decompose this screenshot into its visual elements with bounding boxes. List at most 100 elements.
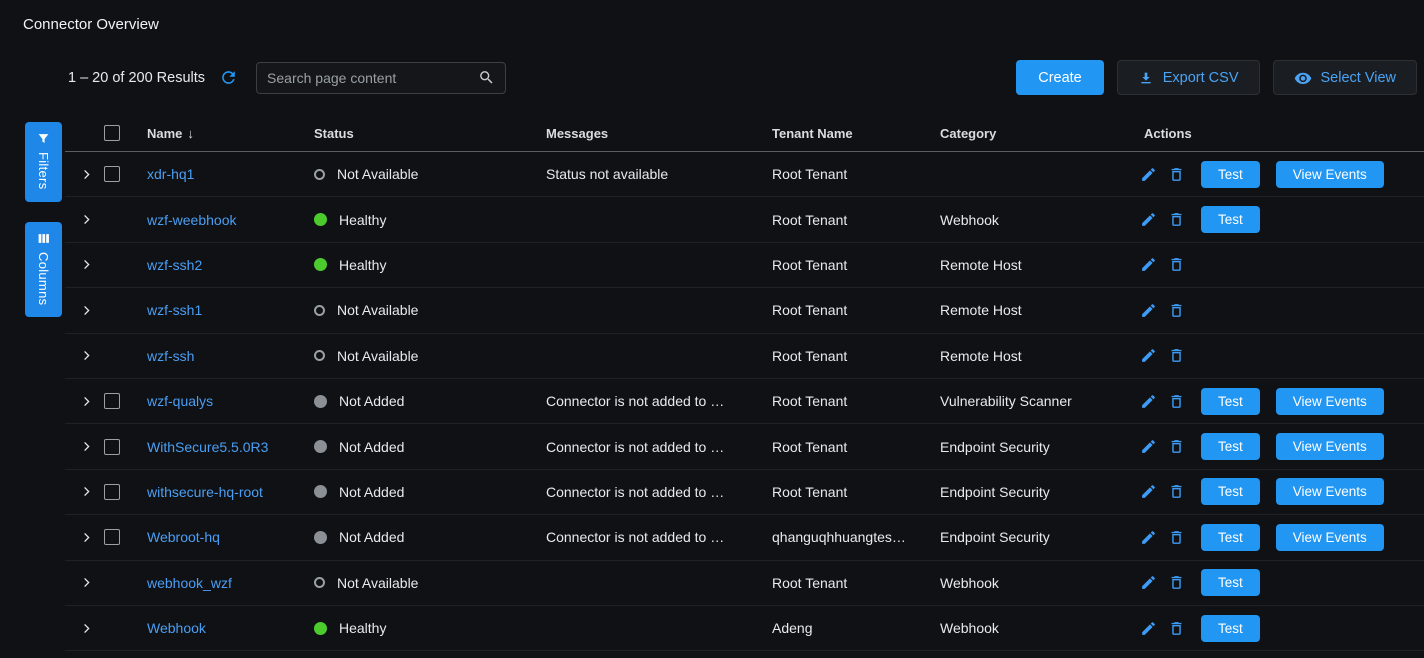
checkbox-cell [93,529,131,545]
status-cell: Not Available [298,575,530,591]
checkbox-cell [93,620,131,636]
chevron-right-icon [80,485,93,498]
test-button[interactable]: Test [1201,206,1260,233]
chevron-right-icon [80,622,93,635]
search-box [256,62,506,94]
delete-button[interactable] [1168,347,1185,364]
view-events-button[interactable]: View Events [1276,433,1384,460]
trash-icon [1168,347,1185,364]
expand-row-button[interactable] [80,349,93,362]
test-button[interactable]: Test [1201,615,1260,642]
delete-button[interactable] [1168,211,1185,228]
connector-name-link[interactable]: wzf-qualys [147,393,213,409]
tenant-cell: Root Tenant [756,348,924,364]
row-checkbox[interactable] [104,166,120,182]
connector-name-link[interactable]: Webroot-hq [147,529,220,545]
edit-button[interactable] [1140,256,1157,273]
status-icon [314,622,327,635]
connector-name-link[interactable]: xdr-hq1 [147,166,194,182]
connectors-table: Name↓ Status Messages Tenant Name Catego… [65,115,1424,651]
test-button[interactable]: Test [1201,569,1260,596]
select-view-button[interactable]: Select View [1273,60,1418,95]
row-checkbox[interactable] [104,529,120,545]
delete-button[interactable] [1168,574,1185,591]
connector-name-link[interactable]: Webhook [147,620,206,636]
sort-descending-icon[interactable]: ↓ [187,126,194,141]
expand-row-button[interactable] [80,531,93,544]
trash-icon [1168,302,1185,319]
delete-button[interactable] [1168,529,1185,546]
edit-button[interactable] [1140,166,1157,183]
test-button[interactable]: Test [1201,433,1260,460]
columns-icon [37,232,50,245]
connector-name-link[interactable]: wzf-ssh2 [147,257,202,273]
expand-row-button[interactable] [80,622,93,635]
edit-button[interactable] [1140,393,1157,410]
edit-button[interactable] [1140,302,1157,319]
header-name[interactable]: Name↓ [131,126,298,141]
status-cell: Healthy [298,620,530,636]
status-label: Not Added [339,529,404,545]
category-cell: Endpoint Security [924,439,1124,455]
tenant-cell: Root Tenant [756,166,924,182]
expand-row-button[interactable] [80,258,93,271]
connector-name-link[interactable]: WithSecure5.5.0R3 [147,439,268,455]
status-icon [314,485,327,498]
tenant-cell: Root Tenant [756,575,924,591]
expand-row-button[interactable] [80,440,93,453]
columns-tab-label: Columns [36,252,51,305]
page-title: Connector Overview [23,16,159,33]
connector-name-link[interactable]: wzf-weebhook [147,212,237,228]
edit-button[interactable] [1140,211,1157,228]
refresh-button[interactable] [219,68,238,87]
header-tenant-name: Tenant Name [756,126,924,141]
expand-row-button[interactable] [80,485,93,498]
filters-tab[interactable]: Filters [25,122,62,202]
row-checkbox[interactable] [104,393,120,409]
connector-name-link[interactable]: wzf-ssh1 [147,302,202,318]
test-button[interactable]: Test [1201,478,1260,505]
search-input[interactable] [267,70,478,86]
status-icon [314,213,327,226]
status-icon [314,531,327,544]
expander-cell [65,440,93,453]
test-button[interactable]: Test [1201,388,1260,415]
expand-row-button[interactable] [80,213,93,226]
edit-button[interactable] [1140,483,1157,500]
columns-tab[interactable]: Columns [25,222,62,317]
select-all-checkbox[interactable] [104,125,120,141]
category-cell: Remote Host [924,348,1124,364]
row-checkbox[interactable] [104,484,120,500]
view-events-button[interactable]: View Events [1276,478,1384,505]
expand-row-button[interactable] [80,304,93,317]
connector-name-link[interactable]: withsecure-hq-root [147,484,263,500]
delete-button[interactable] [1168,256,1185,273]
expand-row-button[interactable] [80,395,93,408]
delete-button[interactable] [1168,620,1185,637]
connector-name-link[interactable]: wzf-ssh [147,348,194,364]
edit-button[interactable] [1140,529,1157,546]
trash-icon [1168,574,1185,591]
expand-row-button[interactable] [80,576,93,589]
edit-button[interactable] [1140,620,1157,637]
delete-button[interactable] [1168,302,1185,319]
tenant-cell: Root Tenant [756,302,924,318]
create-button[interactable]: Create [1016,60,1104,95]
delete-button[interactable] [1168,166,1185,183]
view-events-button[interactable]: View Events [1276,524,1384,551]
edit-button[interactable] [1140,347,1157,364]
test-button[interactable]: Test [1201,161,1260,188]
delete-button[interactable] [1168,393,1185,410]
delete-button[interactable] [1168,438,1185,455]
expand-row-button[interactable] [80,168,93,181]
view-events-button[interactable]: View Events [1276,161,1384,188]
delete-button[interactable] [1168,483,1185,500]
test-button[interactable]: Test [1201,524,1260,551]
connector-name-link[interactable]: webhook_wzf [147,575,232,591]
edit-button[interactable] [1140,574,1157,591]
view-events-button[interactable]: View Events [1276,388,1384,415]
edit-button[interactable] [1140,438,1157,455]
export-csv-button[interactable]: Export CSV [1117,60,1260,95]
row-checkbox[interactable] [104,439,120,455]
table-header-row: Name↓ Status Messages Tenant Name Catego… [65,115,1424,152]
